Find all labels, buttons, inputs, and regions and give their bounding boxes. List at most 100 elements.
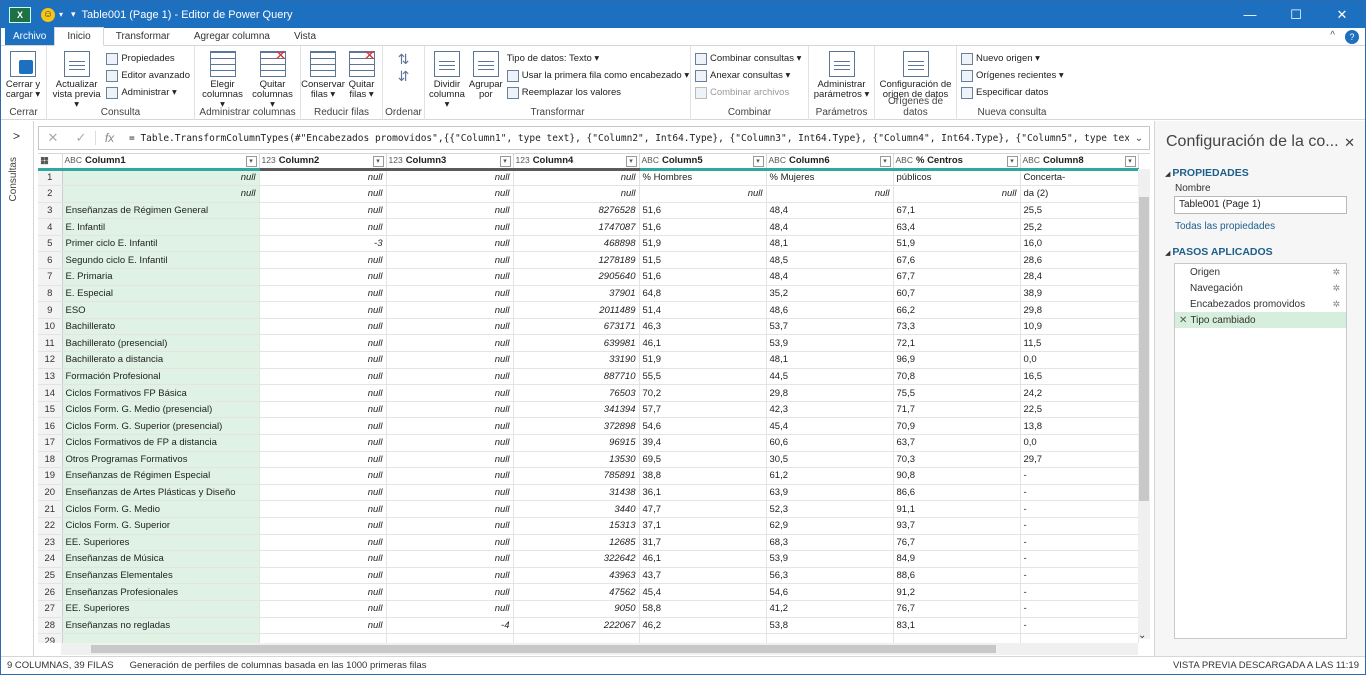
column-filter-dropdown-icon[interactable]: ▾ (1124, 156, 1136, 166)
table-row[interactable]: 11 Bachillerato (presencial) null null 63998… (38, 334, 1139, 353)
column-header-2[interactable]: 123 Column2 ▾ (259, 154, 387, 171)
table-cell[interactable]: null (386, 500, 514, 518)
column-header-5[interactable]: ABC Column5 ▾ (639, 154, 767, 171)
table-cell[interactable]: null (259, 334, 387, 353)
table-cell[interactable]: - (1020, 567, 1139, 585)
gear-icon[interactable]: ✲ (1332, 267, 1340, 278)
table-cell[interactable]: 67,6 (893, 251, 1021, 270)
row-number[interactable]: 5 (38, 235, 63, 253)
table-cell[interactable]: null (259, 218, 387, 236)
table-cell[interactable]: Bachillerato (62, 318, 260, 336)
table-cell[interactable]: null (386, 600, 514, 618)
table-cell[interactable]: Enseñanzas de Régimen Especial (62, 467, 260, 485)
table-cell[interactable]: 70,8 (893, 368, 1021, 386)
row-number[interactable]: 8 (38, 285, 63, 303)
vertical-scroll-thumb[interactable] (1139, 197, 1149, 501)
table-row[interactable]: 13 Formación Profesional null null 887710 55,… (38, 368, 1139, 386)
table-cell[interactable]: 48,4 (766, 268, 894, 286)
column-filter-dropdown-icon[interactable]: ▾ (879, 156, 891, 166)
table-cell[interactable]: E. Infantil (62, 218, 260, 236)
table-cell[interactable]: 86,6 (893, 484, 1021, 502)
table-row[interactable]: 23 EE. Superiores null null 12685 31,7 68,3 76,… (38, 534, 1139, 552)
table-cell[interactable] (766, 633, 894, 643)
table-row[interactable]: 29 (38, 633, 1139, 643)
step-origen[interactable]: Origen ✲ (1175, 264, 1346, 280)
table-cell[interactable]: 72,1 (893, 334, 1021, 353)
table-cell[interactable]: 51,9 (639, 351, 767, 369)
delete-step-icon[interactable]: ✕ (1179, 315, 1187, 326)
close-settings-icon[interactable]: ✕ (1344, 135, 1355, 151)
table-cell[interactable]: ESO (62, 301, 260, 319)
row-number[interactable]: 3 (38, 202, 63, 220)
row-number[interactable]: 28 (38, 617, 63, 635)
minimize-button[interactable]: — (1227, 1, 1273, 28)
table-cell[interactable]: Enseñanzas Profesionales (62, 583, 260, 601)
table-cell[interactable]: % Hombres (639, 169, 767, 187)
table-cell[interactable]: null (259, 368, 387, 386)
table-cell[interactable]: null (259, 500, 387, 518)
table-row[interactable]: 5 Primer ciclo E. Infantil -3 null 468898 51,… (38, 235, 1139, 253)
table-cell[interactable]: 37901 (513, 285, 640, 303)
table-cell[interactable]: Bachillerato a distancia (62, 351, 260, 369)
advanced-editor-button[interactable]: Editor avanzado (106, 68, 190, 83)
table-cell[interactable]: - (1020, 583, 1139, 601)
table-cell[interactable]: 30,5 (766, 451, 894, 469)
table-cell[interactable]: 3440 (513, 500, 640, 518)
table-cell[interactable]: null (386, 318, 514, 336)
table-cell[interactable]: 43,7 (639, 567, 767, 585)
table-cell[interactable]: Ciclos Formativos FP Básica (62, 384, 260, 402)
table-cell[interactable]: 63,9 (766, 484, 894, 502)
table-cell[interactable]: null (386, 235, 514, 253)
table-row[interactable]: 21 Ciclos Form. G. Medio null null 3440 47,7 5… (38, 500, 1139, 518)
row-number[interactable]: 14 (38, 384, 63, 402)
table-cell[interactable]: Ciclos Form. G. Medio (presencial) (62, 401, 260, 419)
table-cell[interactable]: null (259, 251, 387, 270)
table-cell[interactable]: 33190 (513, 351, 640, 369)
table-cell[interactable]: 48,1 (766, 351, 894, 369)
table-cell[interactable]: Ciclos Form. G. Medio (62, 500, 260, 518)
table-cell[interactable]: E. Primaria (62, 268, 260, 286)
row-number[interactable]: 12 (38, 351, 63, 369)
formula-input[interactable]: = Table.TransformColumnTypes(#"Encabezad… (123, 133, 1129, 144)
table-cell[interactable]: null (259, 401, 387, 419)
table-cell[interactable]: Enseñanzas no regladas (62, 617, 260, 635)
row-number[interactable]: 11 (38, 334, 63, 353)
table-cell[interactable]: 35,2 (766, 285, 894, 303)
table-cell[interactable]: null (386, 218, 514, 236)
table-cell[interactable]: - (1020, 617, 1139, 635)
table-row[interactable]: 10 Bachillerato null null 673171 46,3 53,7 73,3… (38, 318, 1139, 336)
table-cell[interactable]: null (259, 268, 387, 286)
maximize-button[interactable]: ☐ (1273, 1, 1319, 28)
table-cell[interactable]: 47562 (513, 583, 640, 601)
table-cell[interactable]: 222067 (513, 617, 640, 635)
row-number[interactable]: 6 (38, 251, 63, 270)
table-cell[interactable]: 28,6 (1020, 251, 1139, 270)
table-cell[interactable]: Ciclos Form. G. Superior (presencial) (62, 417, 260, 435)
table-cell[interactable] (513, 633, 640, 643)
table-cell[interactable]: 25,5 (1020, 202, 1139, 220)
table-cell[interactable]: 46,1 (639, 334, 767, 353)
table-row[interactable]: 18 Otros Programas Formativos null null 1353… (38, 451, 1139, 469)
table-cell[interactable] (893, 633, 1021, 643)
table-cell[interactable]: null (513, 169, 640, 187)
table-cell[interactable]: null (259, 185, 387, 203)
column-header-3[interactable]: 123 Column3 ▾ (386, 154, 514, 171)
append-queries-button[interactable]: Anexar consultas ▾ (695, 68, 801, 83)
table-cell[interactable]: 9050 (513, 600, 640, 618)
table-cell[interactable]: null (386, 202, 514, 220)
table-cell[interactable]: null (259, 202, 387, 220)
row-number[interactable]: 26 (38, 583, 63, 601)
table-cell[interactable]: 37,1 (639, 517, 767, 535)
step-encabezados-promovidos[interactable]: Encabezados promovidos ✲ (1175, 296, 1346, 312)
table-cell[interactable]: 75,5 (893, 384, 1021, 402)
table-cell[interactable]: 96,9 (893, 351, 1021, 369)
table-cell[interactable]: null (386, 351, 514, 369)
table-cell[interactable] (1020, 633, 1139, 643)
table-cell[interactable]: Bachillerato (presencial) (62, 334, 260, 353)
table-cell[interactable]: 70,3 (893, 451, 1021, 469)
column-type-icon[interactable]: 123 (516, 155, 530, 165)
replace-values-button[interactable]: Reemplazar los valores (506, 85, 689, 100)
table-cell[interactable]: null (639, 185, 767, 203)
step-navegacion[interactable]: Navegación ✲ (1175, 280, 1346, 296)
queries-pane-label[interactable]: Consultas (8, 157, 19, 201)
